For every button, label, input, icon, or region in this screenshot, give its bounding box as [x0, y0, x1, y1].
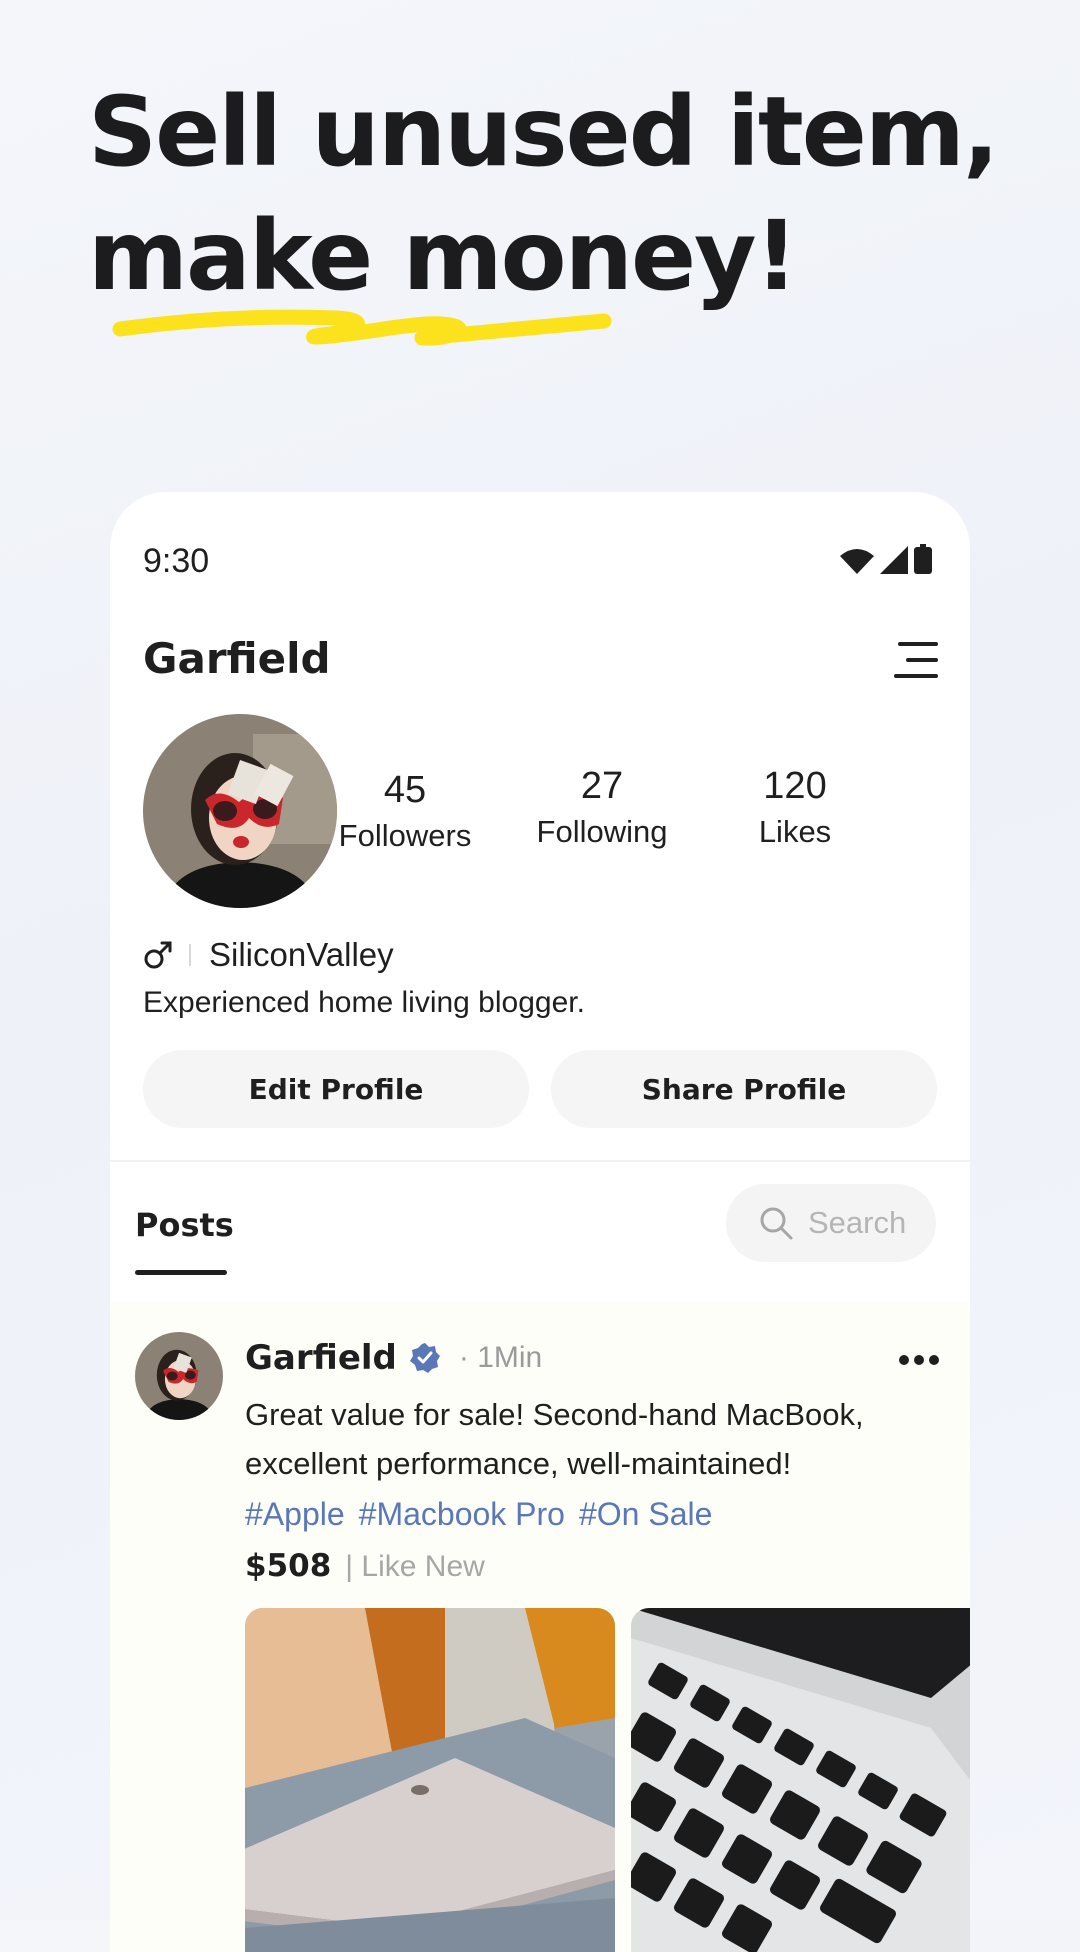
- verified-badge-icon: [409, 1343, 440, 1373]
- headline-line-1: Sell unused item,: [88, 76, 999, 188]
- tab-active-indicator: [135, 1270, 227, 1275]
- headline: Sell unused item, make money!: [88, 70, 999, 318]
- likes-label: Likes: [758, 814, 832, 849]
- avatar-image: [135, 1332, 223, 1420]
- more-options-icon[interactable]: [898, 1354, 940, 1366]
- post-author-name[interactable]: Garfield: [245, 1338, 397, 1378]
- stat-followers[interactable]: 45 Followers: [320, 768, 490, 860]
- post-photo-macbook-on-couch[interactable]: [245, 1608, 615, 1952]
- gender-location-row: SiliconValley: [143, 932, 394, 978]
- post-time: · 1Min: [458, 1341, 543, 1374]
- following-count: 27: [580, 765, 624, 807]
- tag-link[interactable]: #Macbook Pro: [359, 1496, 565, 1533]
- signal-icon: [880, 546, 908, 574]
- stat-likes[interactable]: 120 Likes: [710, 764, 880, 856]
- edit-profile-button[interactable]: Edit Profile: [143, 1050, 529, 1128]
- followers-count: 45: [383, 769, 427, 811]
- post-author-avatar[interactable]: [135, 1332, 223, 1420]
- stat-following[interactable]: 27 Following: [517, 764, 687, 856]
- status-time: 9:30: [143, 542, 210, 580]
- likes-count: 120: [763, 765, 827, 807]
- share-profile-button[interactable]: Share Profile: [551, 1050, 937, 1128]
- profile-bio: Experienced home living blogger.: [143, 986, 585, 1019]
- profile-avatar[interactable]: [143, 714, 337, 908]
- photo-image: [245, 1608, 615, 1952]
- avatar-image: [143, 714, 337, 908]
- headline-line-2: make money!: [88, 200, 798, 312]
- post-card: Garfield · 1Min Great value for sale! Se…: [110, 1302, 970, 1952]
- post-text: Great value for sale! Second-hand MacBoo…: [245, 1397, 864, 1481]
- phone-screen: 9:30 Garfield 45 Followers 27 Following …: [110, 492, 970, 1952]
- section-divider: [110, 1160, 970, 1162]
- price-row: $508 | Like New: [245, 1548, 485, 1584]
- status-icons: [840, 544, 932, 574]
- wifi-icon: [840, 549, 874, 574]
- tag-link[interactable]: #On Sale: [579, 1496, 712, 1533]
- male-icon: [144, 941, 172, 969]
- search-box[interactable]: [726, 1184, 936, 1262]
- following-label: Following: [536, 814, 668, 849]
- battery-icon: [914, 544, 932, 574]
- search-icon: [760, 1207, 793, 1240]
- photo-image: [631, 1608, 970, 1952]
- post-tags: #Apple #Macbook Pro #On Sale: [245, 1496, 712, 1533]
- post-author-row: Garfield · 1Min: [245, 1338, 542, 1378]
- post-price: $508: [245, 1548, 332, 1584]
- tab-posts[interactable]: Posts: [135, 1206, 234, 1244]
- post-photo-macbook-keyboard[interactable]: [631, 1608, 970, 1952]
- profile-name: Garfield: [143, 634, 331, 683]
- search-input[interactable]: [806, 1204, 930, 1242]
- yellow-underline-squiggle: [112, 309, 612, 346]
- tag-link[interactable]: #Apple: [245, 1496, 345, 1533]
- divider: [189, 944, 191, 966]
- menu-icon[interactable]: [892, 640, 940, 680]
- followers-label: Followers: [338, 818, 472, 853]
- location-text: SiliconValley: [209, 936, 394, 973]
- post-condition: | Like New: [345, 1550, 485, 1583]
